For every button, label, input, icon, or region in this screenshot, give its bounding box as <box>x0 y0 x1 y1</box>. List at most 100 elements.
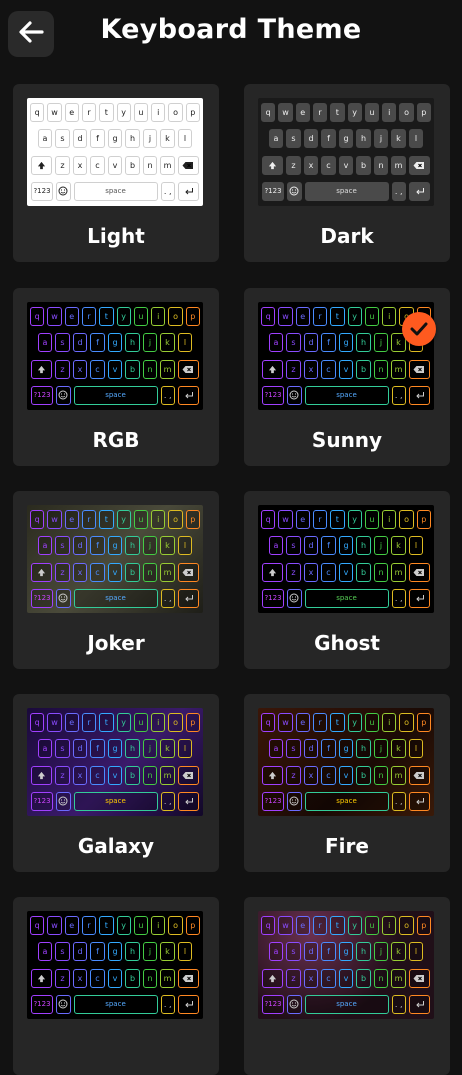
key-e: e <box>64 713 79 732</box>
key-w: w <box>278 510 293 529</box>
key-r: r <box>81 103 97 122</box>
key-m: m <box>160 968 175 988</box>
key-u: u <box>364 916 380 935</box>
shift-icon <box>262 562 284 582</box>
key-s: s <box>286 129 301 149</box>
key-row: asdfghjkl <box>261 129 431 149</box>
key-m: m <box>391 968 406 988</box>
key-g: g <box>107 739 123 759</box>
theme-card-item-9[interactable]: q w e r t y u i o p a s d f g h j k l z x c v b n m ?123 space. , <box>244 897 450 1075</box>
key-w: w <box>47 103 62 122</box>
key-p: p <box>185 713 200 732</box>
key-row: asdfghjkl <box>261 942 431 962</box>
punctuation-key: . , <box>160 385 175 405</box>
key-w: w <box>278 307 293 326</box>
key-m: m <box>391 359 406 379</box>
key-r: r <box>81 713 97 732</box>
theme-card-joker[interactable]: q w e r t y u i o p a s d f g h j k l z x c v b n m ?123 space. , Jo… <box>13 491 219 669</box>
key-j: j <box>142 536 158 556</box>
key-f: f <box>90 942 105 962</box>
key-u: u <box>133 510 149 529</box>
key-e: e <box>64 103 79 122</box>
key-g: g <box>107 536 123 556</box>
key-row: qwertyuiop <box>261 713 431 732</box>
key-r: r <box>81 510 97 529</box>
key-a: a <box>268 942 284 962</box>
enter-icon <box>178 994 199 1014</box>
key-p: p <box>185 916 200 935</box>
shift-icon <box>262 155 284 175</box>
key-x: x <box>303 155 319 175</box>
enter-icon <box>409 994 430 1014</box>
key-k: k <box>391 129 406 149</box>
key-i: i <box>151 916 166 935</box>
symbols-key: ?123 <box>262 385 284 405</box>
key-k: k <box>160 333 175 353</box>
key-row: zxcvbnm <box>30 155 200 175</box>
key-v: v <box>338 765 354 785</box>
key-c: c <box>90 968 105 988</box>
theme-card-light[interactable]: q w e r t y u i o p a s d f g h j k l z x c v b n m ?123 space. , Li… <box>13 84 219 262</box>
key-s: s <box>286 536 301 556</box>
key-l: l <box>408 129 424 149</box>
key-row: zxcvbnm <box>261 562 431 582</box>
key-i: i <box>382 713 397 732</box>
space-key: space <box>304 385 389 405</box>
key-m: m <box>160 765 175 785</box>
theme-card-dark[interactable]: q w e r t y u i o p a s d f g h j k l z x c v b n m ?123 space. , Da… <box>244 84 450 262</box>
key-x: x <box>72 765 88 785</box>
key-d: d <box>303 536 319 556</box>
key-j: j <box>373 739 389 759</box>
punctuation-key: . , <box>160 588 175 608</box>
theme-label: Light <box>87 224 145 248</box>
theme-card-sunny[interactable]: qwertyuiopasdfghjklzxcvbnm?123space. ,Su… <box>244 288 450 466</box>
key-m: m <box>160 562 175 582</box>
backspace-icon <box>408 968 430 988</box>
key-n: n <box>373 968 389 988</box>
emoji-icon <box>56 791 71 811</box>
punctuation-key: . , <box>160 181 175 201</box>
key-row: ?123 space. , <box>261 588 431 608</box>
key-b: b <box>356 765 371 785</box>
key-g: g <box>338 942 354 962</box>
key-f: f <box>90 333 105 353</box>
space-key: space <box>304 588 389 608</box>
key-a: a <box>268 129 284 149</box>
key-a: a <box>37 536 53 556</box>
key-x: x <box>72 155 88 175</box>
symbols-key: ?123 <box>31 181 53 201</box>
emoji-icon <box>287 181 302 201</box>
key-row: asdfghjkl <box>30 536 200 556</box>
enter-icon <box>409 588 430 608</box>
key-q: q <box>30 307 45 326</box>
theme-card-item-8[interactable]: q w e r t y u i o p a s d f g h j k l z x c v b n m ?123 space. , <box>13 897 219 1075</box>
key-a: a <box>268 739 284 759</box>
key-u: u <box>133 307 149 326</box>
key-q: q <box>30 713 45 732</box>
key-g: g <box>107 333 123 353</box>
key-t: t <box>330 510 345 529</box>
key-l: l <box>177 942 193 962</box>
key-x: x <box>303 765 319 785</box>
key-y: y <box>347 713 362 732</box>
key-o: o <box>399 103 414 122</box>
key-z: z <box>286 562 301 582</box>
key-k: k <box>160 129 175 149</box>
key-x: x <box>303 968 319 988</box>
key-u: u <box>364 510 380 529</box>
space-key: space <box>73 588 158 608</box>
key-g: g <box>107 129 123 149</box>
key-z: z <box>286 968 301 988</box>
shift-icon <box>262 765 284 785</box>
theme-card-ghost[interactable]: q w e r t y u i o p a s d f g h j k l z x c v b n m ?123 space. , Gh… <box>244 491 450 669</box>
theme-card-fire[interactable]: q w e r t y u i o p a s d f g h j k l z x c v b n m ?123 space. , Fi… <box>244 694 450 872</box>
theme-card-galaxy[interactable]: q w e r t y u i o p a s d f g h j k l z x c v b n m ?123 space. , Ga… <box>13 694 219 872</box>
key-c: c <box>321 155 336 175</box>
key-f: f <box>321 942 336 962</box>
emoji-icon <box>287 791 302 811</box>
enter-icon <box>178 588 199 608</box>
key-n: n <box>142 968 158 988</box>
key-g: g <box>107 942 123 962</box>
theme-card-rgb[interactable]: q w e r t y u i o p a s d f g h j k l z x c v b n m ?123 space. , RG… <box>13 288 219 466</box>
key-f: f <box>321 536 336 556</box>
